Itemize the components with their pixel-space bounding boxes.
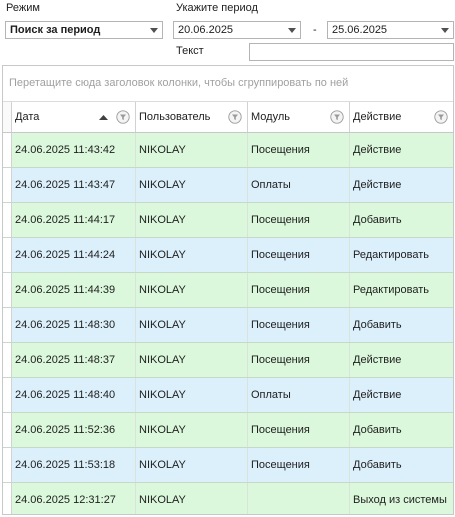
table-row[interactable]: 24.06.2025 11:48:37 NIKOLAY Посещения Де… xyxy=(3,343,453,378)
table-row[interactable]: 24.06.2025 11:43:47 NIKOLAY Оплаты Дейст… xyxy=(3,168,453,203)
chevron-down-icon xyxy=(146,22,162,38)
row-indicator[interactable] xyxy=(3,168,12,202)
row-indicator[interactable] xyxy=(3,483,12,514)
cell-module[interactable] xyxy=(248,483,350,514)
cell-action[interactable]: Выход из системы xyxy=(350,483,453,514)
filter-icon[interactable] xyxy=(329,109,345,125)
cell-date[interactable]: 24.06.2025 11:48:37 xyxy=(12,343,136,377)
cell-user[interactable]: NIKOLAY xyxy=(136,168,248,202)
cell-date[interactable]: 24.06.2025 11:44:24 xyxy=(12,238,136,272)
cell-date[interactable]: 24.06.2025 11:44:39 xyxy=(12,273,136,307)
row-indicator[interactable] xyxy=(3,448,12,482)
filter-icon[interactable] xyxy=(115,109,131,125)
table-row[interactable]: 24.06.2025 11:43:42 NIKOLAY Посещения Де… xyxy=(3,133,453,168)
mode-select-value: Поиск за период xyxy=(10,24,101,36)
row-indicator[interactable] xyxy=(3,133,12,167)
period-from-value: 20.06.2025 xyxy=(178,24,234,36)
cell-action[interactable]: Добавить xyxy=(350,308,453,342)
column-header-action-label: Действие xyxy=(353,111,402,123)
row-indicator[interactable] xyxy=(3,238,12,272)
cell-user[interactable]: NIKOLAY xyxy=(136,203,248,237)
mode-label: Режим xyxy=(6,2,40,14)
cell-action[interactable]: Действие xyxy=(350,378,453,412)
cell-module[interactable]: Посещения xyxy=(248,203,350,237)
column-header-module[interactable]: Модуль xyxy=(248,102,350,132)
cell-action[interactable]: Редактировать xyxy=(350,238,453,272)
period-to-value: 25.06.2025 xyxy=(332,24,388,36)
cell-user[interactable]: NIKOLAY xyxy=(136,343,248,377)
cell-module[interactable]: Посещения xyxy=(248,273,350,307)
cell-user[interactable]: NIKOLAY xyxy=(136,308,248,342)
cell-date[interactable]: 24.06.2025 11:43:47 xyxy=(12,168,136,202)
period-from-date-picker[interactable]: 20.06.2025 xyxy=(173,21,301,39)
table-row[interactable]: 24.06.2025 11:48:30 NIKOLAY Посещения До… xyxy=(3,308,453,343)
table-row[interactable]: 24.06.2025 11:44:39 NIKOLAY Посещения Ре… xyxy=(3,273,453,308)
table-row[interactable]: 24.06.2025 12:31:27 NIKOLAY Выход из сис… xyxy=(3,483,453,514)
cell-module[interactable]: Посещения xyxy=(248,448,350,482)
grid-header: Дата Пользователь Модуль Действие xyxy=(3,102,453,133)
period-label: Укажите период xyxy=(176,2,258,14)
table-row[interactable]: 24.06.2025 11:44:17 NIKOLAY Посещения До… xyxy=(3,203,453,238)
cell-module[interactable]: Посещения xyxy=(248,308,350,342)
cell-user[interactable]: NIKOLAY xyxy=(136,448,248,482)
cell-module[interactable]: Оплаты xyxy=(248,378,350,412)
log-grid: Перетащите сюда заголовок колонки, чтобы… xyxy=(2,65,454,515)
column-header-date-label: Дата xyxy=(15,111,40,123)
row-indicator[interactable] xyxy=(3,203,12,237)
cell-action[interactable]: Добавить xyxy=(350,203,453,237)
grid-body: 24.06.2025 11:43:42 NIKOLAY Посещения Де… xyxy=(3,133,453,514)
period-dash: - xyxy=(313,24,317,36)
cell-module[interactable]: Посещения xyxy=(248,133,350,167)
cell-action[interactable]: Действие xyxy=(350,133,453,167)
cell-date[interactable]: 24.06.2025 12:31:27 xyxy=(12,483,136,514)
cell-date[interactable]: 24.06.2025 11:44:17 xyxy=(12,203,136,237)
chevron-down-icon xyxy=(284,22,300,38)
cell-module[interactable]: Посещения xyxy=(248,238,350,272)
period-to-date-picker[interactable]: 25.06.2025 xyxy=(327,21,454,39)
cell-user[interactable]: NIKOLAY xyxy=(136,273,248,307)
cell-module[interactable]: Посещения xyxy=(248,343,350,377)
cell-date[interactable]: 24.06.2025 11:43:42 xyxy=(12,133,136,167)
cell-action[interactable]: Добавить xyxy=(350,413,453,447)
mode-select[interactable]: Поиск за период xyxy=(5,21,163,39)
table-row[interactable]: 24.06.2025 11:53:18 NIKOLAY Посещения До… xyxy=(3,448,453,483)
column-header-action[interactable]: Действие xyxy=(350,102,453,132)
cell-user[interactable]: NIKOLAY xyxy=(136,238,248,272)
text-filter-label: Текст xyxy=(176,45,204,57)
cell-module[interactable]: Оплаты xyxy=(248,168,350,202)
cell-action[interactable]: Действие xyxy=(350,168,453,202)
column-header-module-label: Модуль xyxy=(251,111,290,123)
cell-date[interactable]: 24.06.2025 11:48:30 xyxy=(12,308,136,342)
cell-date[interactable]: 24.06.2025 11:52:36 xyxy=(12,413,136,447)
row-indicator[interactable] xyxy=(3,308,12,342)
cell-action[interactable]: Добавить xyxy=(350,448,453,482)
cell-action[interactable]: Редактировать xyxy=(350,273,453,307)
filter-icon[interactable] xyxy=(227,109,243,125)
cell-date[interactable]: 24.06.2025 11:53:18 xyxy=(12,448,136,482)
cell-date[interactable]: 24.06.2025 11:48:40 xyxy=(12,378,136,412)
column-header-user-label: Пользователь xyxy=(139,111,211,123)
group-panel[interactable]: Перетащите сюда заголовок колонки, чтобы… xyxy=(3,66,453,102)
cell-module[interactable]: Посещения xyxy=(248,413,350,447)
table-row[interactable]: 24.06.2025 11:48:40 NIKOLAY Оплаты Дейст… xyxy=(3,378,453,413)
text-filter-input[interactable] xyxy=(249,43,454,61)
table-row[interactable]: 24.06.2025 11:44:24 NIKOLAY Посещения Ре… xyxy=(3,238,453,273)
cell-user[interactable]: NIKOLAY xyxy=(136,378,248,412)
sort-ascending-icon xyxy=(97,114,109,120)
cell-action[interactable]: Действие xyxy=(350,343,453,377)
column-header-user[interactable]: Пользователь xyxy=(136,102,248,132)
row-indicator[interactable] xyxy=(3,343,12,377)
cell-user[interactable]: NIKOLAY xyxy=(136,483,248,514)
cell-user[interactable]: NIKOLAY xyxy=(136,133,248,167)
row-indicator[interactable] xyxy=(3,378,12,412)
filter-icon[interactable] xyxy=(433,109,449,125)
chevron-down-icon xyxy=(437,22,453,38)
column-header-date[interactable]: Дата xyxy=(12,102,136,132)
row-indicator[interactable] xyxy=(3,413,12,447)
cell-user[interactable]: NIKOLAY xyxy=(136,413,248,447)
table-row[interactable]: 24.06.2025 11:52:36 NIKOLAY Посещения До… xyxy=(3,413,453,448)
row-indicator[interactable] xyxy=(3,273,12,307)
row-indicator-header xyxy=(3,102,12,132)
